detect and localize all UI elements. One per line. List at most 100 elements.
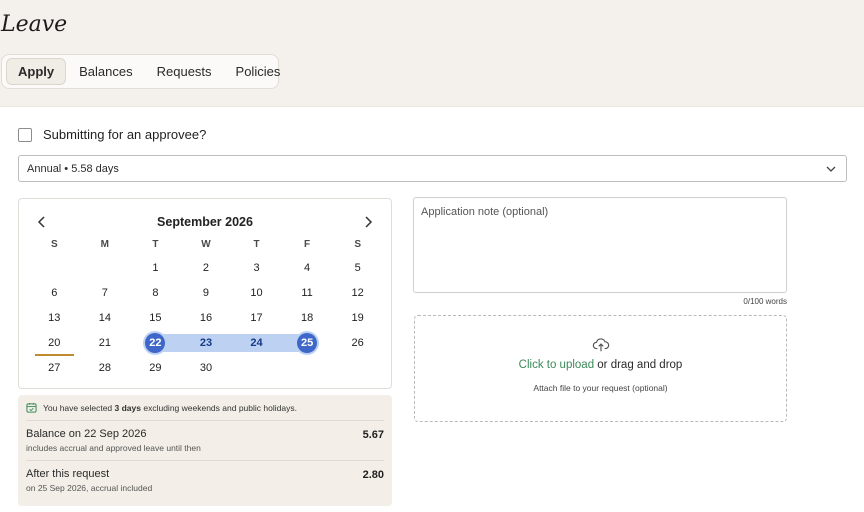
tab-policies[interactable]: Policies xyxy=(225,58,292,85)
calendar-day-number: 29 xyxy=(149,362,162,374)
calendar-day[interactable]: 11 xyxy=(282,282,333,304)
calendar-day[interactable]: 13 xyxy=(29,307,80,329)
calendar-empty-cell xyxy=(29,257,80,279)
calendar-day[interactable]: 17 xyxy=(231,307,282,329)
approvee-label: Submitting for an approvee? xyxy=(43,127,207,142)
selection-info-text: You have selected 3 days excluding weeke… xyxy=(43,402,297,413)
calendar-day[interactable]: 16 xyxy=(181,307,232,329)
calendar-day-number: 8 xyxy=(152,287,159,299)
weekday-label: M xyxy=(100,239,110,250)
after-request-title: After this request xyxy=(26,468,110,480)
calendar-day[interactable]: 22 xyxy=(130,332,181,354)
calendar-day-number: 28 xyxy=(98,362,111,374)
calendar-week: 20 21 22 23 24 25 26 xyxy=(29,332,383,356)
calendar-empty-cell xyxy=(80,257,131,279)
calendar-day[interactable]: 12 xyxy=(332,282,383,304)
leave-type-value: Annual • 5.58 days xyxy=(27,162,119,175)
calendar-day[interactable]: 14 xyxy=(80,307,131,329)
weekday-header: SMTWTFS xyxy=(29,239,383,250)
calendar-day-number: 12 xyxy=(351,287,364,299)
calendar-day-number: 15 xyxy=(149,312,162,324)
calendar-day[interactable]: 3 xyxy=(231,257,282,279)
calendar-day[interactable]: 20 xyxy=(29,332,80,356)
calendar-day[interactable]: 8 xyxy=(130,282,181,304)
calendar-day-number: 25 xyxy=(297,333,318,353)
calendar-day[interactable]: 19 xyxy=(332,307,383,329)
calendar-day[interactable]: 24 xyxy=(231,332,282,354)
calendar-day-number: 5 xyxy=(354,262,361,274)
calendar-day[interactable]: 2 xyxy=(181,257,232,279)
selection-info: You have selected 3 days excluding weeke… xyxy=(26,395,384,421)
leave-type-select[interactable]: Annual • 5.58 days xyxy=(18,155,847,182)
file-upload-dropzone[interactable]: Click to upload or drag and drop Attach … xyxy=(414,315,787,422)
calendar-week: 1 2 3 4 5 xyxy=(29,257,383,279)
calendar-day-number: 3 xyxy=(253,262,260,274)
calendar-day-number: 13 xyxy=(48,312,61,324)
tab-apply[interactable]: Apply xyxy=(6,58,67,85)
calendar-icon xyxy=(26,402,37,413)
calendar-day-number: 20 xyxy=(48,337,61,349)
chevron-down-icon xyxy=(826,166,836,172)
weekday-label: F xyxy=(304,239,311,250)
calendar-day[interactable]: 28 xyxy=(80,357,131,379)
calendar-empty-cell xyxy=(282,357,333,379)
calendar-day[interactable]: 30 xyxy=(181,357,232,379)
calendar-day[interactable]: 6 xyxy=(29,282,80,304)
tab-bar: Apply Balances Requests Policies xyxy=(1,54,280,89)
approvee-checkbox[interactable] xyxy=(18,127,32,142)
chevron-right-icon[interactable] xyxy=(361,215,375,229)
weekday-label: S xyxy=(354,239,361,250)
calendar-day[interactable]: 25 xyxy=(281,332,333,354)
calendar-day-number: 27 xyxy=(48,362,61,374)
balance-title: Balance on 22 Sep 2026 xyxy=(26,428,147,440)
calendar-month-label: September 2026 xyxy=(157,215,253,229)
calendar-empty-cell xyxy=(231,357,282,379)
calendar-day-number: 24 xyxy=(250,337,263,349)
tab-balances[interactable]: Balances xyxy=(68,58,143,85)
calendar-day[interactable]: 9 xyxy=(181,282,232,304)
calendar-day[interactable]: 21 xyxy=(80,332,131,354)
balance-value: 5.67 xyxy=(362,429,384,441)
calendar-day-number: 14 xyxy=(98,312,111,324)
calendar-day[interactable]: 29 xyxy=(130,357,181,379)
calendar-day[interactable]: 4 xyxy=(282,257,333,279)
today-indicator xyxy=(35,354,74,356)
calendar-day[interactable]: 1 xyxy=(130,257,181,279)
upload-hint: Attach file to your request (optional) xyxy=(533,383,668,393)
calendar-day-number: 21 xyxy=(98,337,111,349)
balance-subtitle: includes accrual and approved leave unti… xyxy=(26,443,201,453)
calendar-day[interactable]: 10 xyxy=(231,282,282,304)
calendar-day-number: 10 xyxy=(250,287,263,299)
application-note-input[interactable] xyxy=(413,197,787,293)
weekday-label: T xyxy=(253,239,260,250)
after-request-subtitle: on 25 Sep 2026, accrual included xyxy=(26,483,153,493)
weekday-label: S xyxy=(50,239,58,250)
calendar-day-number: 6 xyxy=(51,287,58,299)
weekday-label: T xyxy=(152,239,159,250)
calendar-day-number: 4 xyxy=(304,262,311,274)
after-request-value: 2.80 xyxy=(362,469,384,481)
calendar-day[interactable]: 23 xyxy=(180,332,232,354)
after-request-row: After this request on 25 Sep 2026, accru… xyxy=(26,461,384,501)
calendar-day[interactable]: 26 xyxy=(332,332,383,354)
calendar-day-number: 19 xyxy=(351,312,364,324)
approvee-option[interactable]: Submitting for an approvee? xyxy=(18,127,206,142)
calendar-day[interactable]: 15 xyxy=(130,307,181,329)
calendar-day-number: 7 xyxy=(101,287,108,299)
page-title: Leave xyxy=(1,12,68,37)
upload-link[interactable]: Click to upload xyxy=(519,359,594,371)
calendar-week: 6 7 8 9 10 11 12 xyxy=(29,282,383,304)
calendar-day-number: 1 xyxy=(152,262,159,274)
calendar-day[interactable]: 27 xyxy=(29,357,80,379)
date-picker: September 2026 SMTWTFS 1 2 3 4 5 6 7 8 9 10 11 12 13… xyxy=(18,198,392,389)
apply-panel: Submitting for an approvee? Annual • 5.5… xyxy=(0,106,864,512)
calendar-day[interactable]: 7 xyxy=(80,282,131,304)
tab-requests[interactable]: Requests xyxy=(146,58,223,85)
calendar-day[interactable]: 18 xyxy=(282,307,333,329)
calendar-day-number: 23 xyxy=(199,337,213,349)
cloud-upload-icon xyxy=(592,338,610,352)
weekday-label: W xyxy=(201,239,211,250)
calendar-day[interactable]: 5 xyxy=(332,257,383,279)
calendar-empty-cell xyxy=(332,357,383,379)
calendar-day-number: 18 xyxy=(300,312,314,324)
